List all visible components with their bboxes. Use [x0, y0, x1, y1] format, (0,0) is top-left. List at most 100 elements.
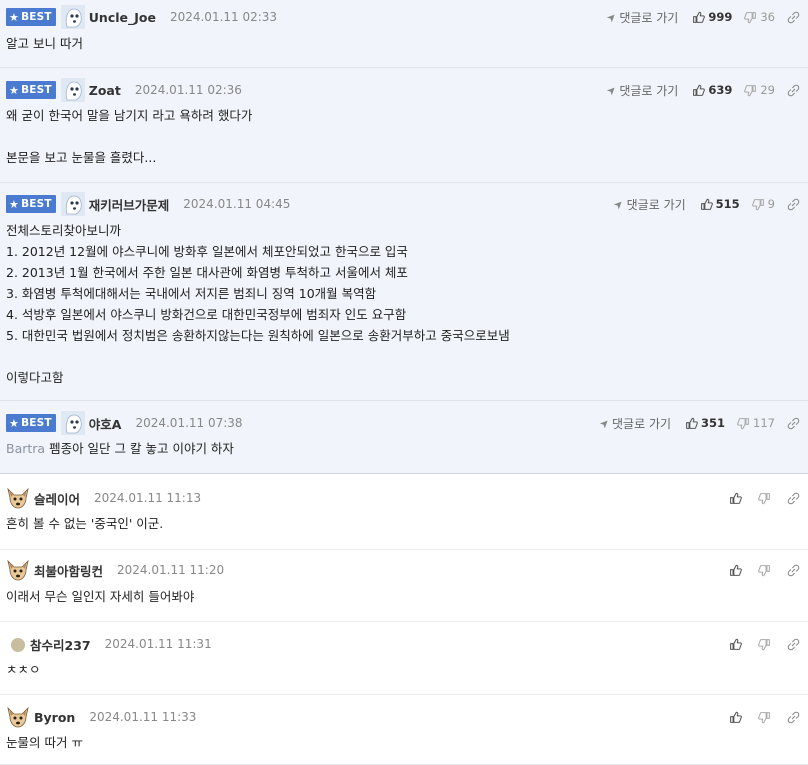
- avatar[interactable]: [60, 78, 85, 102]
- upvote-button[interactable]: [729, 711, 742, 724]
- upvote-button[interactable]: [729, 492, 742, 505]
- downvote-button[interactable]: 29: [744, 83, 775, 97]
- comment-text: 알고 보니 따거: [6, 36, 83, 51]
- downvote-button[interactable]: [758, 564, 771, 577]
- share-link-button[interactable]: [787, 11, 800, 24]
- comment-line: 눈물의 따거 ㅠ: [6, 732, 798, 753]
- best-badge: ★ BEST: [6, 195, 56, 213]
- comment-line: 본문을 보고 눈물을 흘렸다...: [6, 147, 798, 168]
- comment-text: ㅊㅊㅇ: [6, 662, 41, 677]
- comment-actions: [729, 707, 800, 727]
- go-to-comment-label: 댓글로 가기: [619, 10, 679, 25]
- upvote-button[interactable]: [729, 564, 742, 577]
- share-link-button[interactable]: [787, 564, 800, 577]
- best-badge-label: BEST: [21, 84, 52, 96]
- comment-body: 흔히 볼 수 없는 '중국인' 이군.: [6, 513, 798, 534]
- share-link-button[interactable]: [787, 417, 800, 430]
- comment-text: 본문을 보고 눈물을 흘렸다...: [6, 150, 157, 165]
- comment-header: 슬레이어 2024.01.11 11:13: [6, 486, 808, 510]
- user-level-icon[interactable]: [6, 632, 25, 656]
- upvote-button[interactable]: [729, 638, 742, 651]
- share-link-button[interactable]: [787, 84, 800, 97]
- go-to-comment-label: 댓글로 가기: [619, 83, 679, 98]
- share-link-button[interactable]: [787, 711, 800, 724]
- comment-line: 전체스토리찾아보니까: [6, 220, 798, 241]
- nickname[interactable]: 슬레이어: [34, 489, 80, 508]
- timestamp: 2024.01.11 11:13: [94, 491, 202, 505]
- comment-body: 전체스토리찾아보니까 1. 2012년 12월에 야스쿠니에 방화후 일본에서 체…: [6, 220, 798, 388]
- comment-text: 4. 석방후 일본에서 야스쿠니 방화건으로 대한민국정부에 범죄자 인도 요구…: [6, 307, 407, 322]
- avatar[interactable]: [6, 558, 30, 582]
- send-icon: ➤: [596, 415, 613, 431]
- thumbs-down-icon: [744, 11, 757, 24]
- comment-line: 5. 대한민국 법원에서 정치범은 송환하지않는다는 원칙하에 일본으로 송환거…: [6, 325, 798, 346]
- upvote-button[interactable]: 515: [700, 197, 740, 211]
- downvote-button[interactable]: [758, 711, 771, 724]
- thumbs-down-icon: [758, 492, 771, 505]
- comment: 참수리237 2024.01.11 11:31 ㅊㅊㅇ: [0, 622, 808, 695]
- upvote-count: 515: [715, 197, 740, 211]
- downvote-button[interactable]: [758, 492, 771, 505]
- comment-body: 이래서 무슨 일인지 자세히 들어봐야: [6, 586, 798, 607]
- upvote-button[interactable]: 999: [692, 10, 732, 24]
- comment-body: 눈물의 따거 ㅠ: [6, 732, 798, 753]
- link-icon: [787, 492, 800, 505]
- downvote-button[interactable]: [758, 638, 771, 651]
- avatar[interactable]: [60, 411, 85, 435]
- comment-actions: ➤ 댓글로 가기 999 36: [604, 7, 800, 27]
- best-badge: ★ BEST: [6, 8, 56, 26]
- comment-actions: [729, 560, 800, 580]
- avatar[interactable]: [60, 192, 85, 216]
- nickname[interactable]: 참수리237: [30, 635, 91, 654]
- thumbs-up-icon: [729, 492, 742, 505]
- comment-line: [6, 346, 798, 367]
- upvote-count: 999: [708, 10, 733, 24]
- star-icon: ★: [9, 197, 20, 211]
- upvote-count: 639: [708, 83, 733, 97]
- thumbs-up-icon: [729, 564, 742, 577]
- star-icon: ★: [9, 83, 20, 97]
- downvote-button[interactable]: 117: [737, 416, 775, 430]
- best-badge: ★ BEST: [6, 414, 56, 432]
- downvote-button[interactable]: 36: [744, 10, 775, 24]
- reply-target[interactable]: Bartra: [6, 441, 45, 456]
- go-to-comment-link[interactable]: ➤ 댓글로 가기: [604, 9, 679, 26]
- thumbs-down-icon: [751, 198, 765, 211]
- downvote-button[interactable]: 9: [751, 197, 775, 211]
- timestamp: 2024.01.11 07:38: [135, 416, 243, 430]
- nickname[interactable]: 최불아함링컨: [34, 561, 103, 580]
- nickname[interactable]: Byron: [34, 710, 75, 725]
- best-comment: ★ BEST 야호A 2024.01.11 07:38 ➤ 댓글로 가기 351 117 Bar…: [0, 401, 808, 474]
- avatar[interactable]: [60, 5, 85, 29]
- go-to-comment-label: 댓글로 가기: [612, 416, 672, 431]
- avatar[interactable]: [6, 705, 30, 729]
- nickname[interactable]: Uncle_Joe: [89, 10, 156, 25]
- share-link-button[interactable]: [787, 638, 800, 651]
- comment-actions: ➤ 댓글로 가기 351 117: [596, 413, 800, 433]
- share-link-button[interactable]: [787, 198, 800, 211]
- comment-body: 알고 보니 따거: [6, 33, 798, 54]
- comment-line: ㅊㅊㅇ: [6, 659, 798, 680]
- comment-text: 흔히 볼 수 없는 '중국인' 이군.: [6, 516, 164, 531]
- nickname[interactable]: 야호A: [89, 414, 122, 433]
- nickname[interactable]: 재키러브가문제: [89, 195, 170, 214]
- timestamp: 2024.01.11 02:36: [134, 83, 242, 97]
- comment-text: 왜 굳이 한국어 말을 남기지 라고 욕하려 했다가: [6, 108, 253, 123]
- comment-header: 최불아함링컨 2024.01.11 11:20: [6, 558, 808, 582]
- upvote-button[interactable]: 351: [685, 416, 725, 430]
- thumbs-up-icon: [729, 711, 742, 724]
- upvote-button[interactable]: 639: [692, 83, 732, 97]
- thumbs-up-icon: [692, 11, 706, 24]
- go-to-comment-link[interactable]: ➤ 댓글로 가기: [611, 196, 685, 213]
- comment-line: 이래서 무슨 일인지 자세히 들어봐야: [6, 586, 798, 607]
- go-to-comment-link[interactable]: ➤ 댓글로 가기: [596, 415, 672, 432]
- share-link-button[interactable]: [787, 492, 800, 505]
- go-to-comment-link[interactable]: ➤ 댓글로 가기: [604, 82, 679, 99]
- comment-line: 3. 화염병 투척에대해서는 국내에서 저지른 범죄니 징역 10개월 복역함: [6, 283, 798, 304]
- thumbs-up-icon: [700, 198, 713, 211]
- comment-line: 2. 2013년 1월 한국에서 주한 일본 대사관에 화염병 투척하고 서울에…: [6, 262, 798, 283]
- comment-line: 알고 보니 따거: [6, 33, 798, 54]
- nickname[interactable]: Zoat: [89, 83, 121, 98]
- upvote-count: 351: [701, 416, 726, 430]
- avatar[interactable]: [6, 486, 30, 510]
